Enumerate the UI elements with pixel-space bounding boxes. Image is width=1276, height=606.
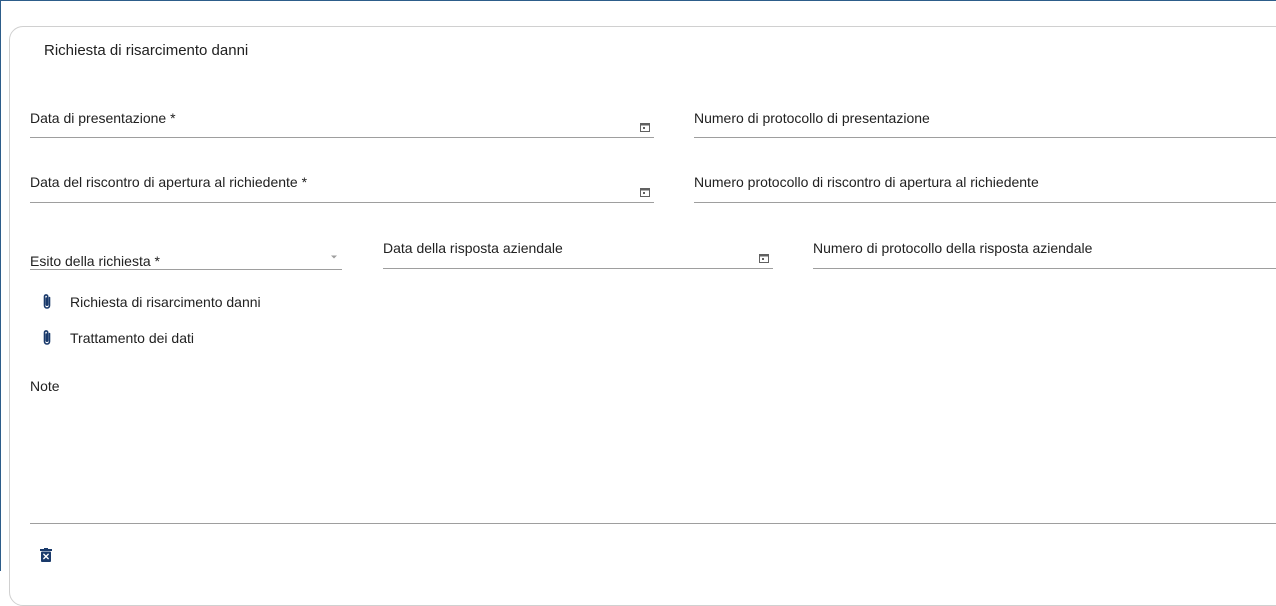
numero-protocollo-risposta-field[interactable]: Numero di protocollo della risposta azie… bbox=[813, 236, 1276, 269]
numero-protocollo-riscontro-label: Numero protocollo di riscontro di apertu… bbox=[694, 174, 1039, 190]
dropdown-arrow-icon[interactable] bbox=[330, 254, 338, 260]
data-risposta-label: Data della risposta aziendale bbox=[383, 240, 563, 256]
esito-richiesta-label: Esito della richiesta * bbox=[30, 253, 160, 269]
numero-protocollo-presentazione-field[interactable]: Numero di protocollo di presentazione bbox=[694, 106, 1276, 138]
note-label: Note bbox=[30, 378, 60, 394]
attachment-label: Trattamento dei dati bbox=[70, 330, 194, 346]
note-textarea[interactable] bbox=[30, 398, 1276, 524]
calendar-icon[interactable] bbox=[640, 122, 650, 132]
numero-protocollo-riscontro-field[interactable]: Numero protocollo di riscontro di apertu… bbox=[694, 170, 1276, 203]
card-title: Richiesta di risarcimento danni bbox=[44, 42, 249, 59]
attachment-link[interactable]: Trattamento dei dati bbox=[40, 328, 194, 348]
trash-icon[interactable] bbox=[40, 548, 52, 562]
paperclip-icon bbox=[40, 293, 54, 311]
data-riscontro-field[interactable]: Data del riscontro di apertura al richie… bbox=[30, 170, 654, 203]
numero-protocollo-risposta-label: Numero di protocollo della risposta azie… bbox=[813, 240, 1093, 256]
attachment-label: Richiesta di risarcimento danni bbox=[70, 294, 261, 310]
data-presentazione-field[interactable]: Data di presentazione * bbox=[30, 106, 654, 138]
data-risposta-field[interactable]: Data della risposta aziendale bbox=[383, 236, 773, 269]
calendar-icon[interactable] bbox=[640, 187, 650, 197]
paperclip-icon bbox=[40, 329, 54, 347]
data-presentazione-label: Data di presentazione * bbox=[30, 110, 176, 126]
calendar-icon[interactable] bbox=[759, 253, 769, 263]
esito-richiesta-select[interactable]: Esito della richiesta * bbox=[30, 236, 342, 270]
data-riscontro-label: Data del riscontro di apertura al richie… bbox=[30, 174, 308, 190]
numero-protocollo-presentazione-label: Numero di protocollo di presentazione bbox=[694, 110, 930, 126]
attachment-link[interactable]: Richiesta di risarcimento danni bbox=[40, 292, 261, 312]
